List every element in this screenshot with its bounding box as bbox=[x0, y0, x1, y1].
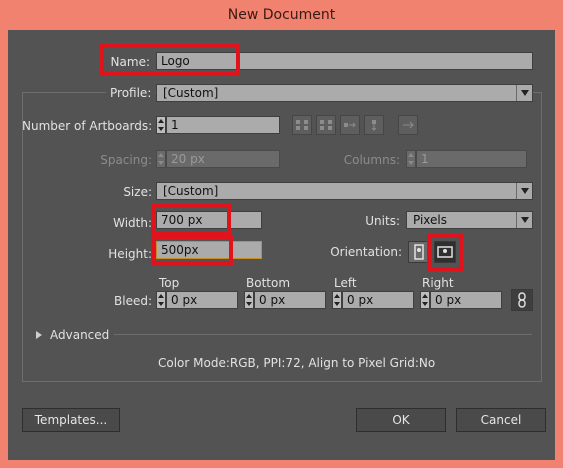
orientation-label: Orientation: bbox=[330, 245, 402, 259]
orientation-highlight-box bbox=[427, 234, 463, 271]
cancel-button[interactable]: Cancel bbox=[456, 408, 546, 432]
bleed-bottom-label: Bottom bbox=[246, 276, 291, 290]
chain-link-icon bbox=[518, 292, 526, 308]
artboards-stepper[interactable] bbox=[156, 116, 166, 134]
width-label: Width: bbox=[113, 216, 152, 230]
columns-input[interactable]: 1 bbox=[416, 150, 527, 168]
advanced-toggle[interactable]: Advanced bbox=[36, 328, 109, 342]
grid-by-column-icon[interactable] bbox=[316, 115, 336, 135]
bleed-bottom-input[interactable]: 0 px bbox=[254, 291, 326, 309]
profile-label: Profile: bbox=[106, 86, 156, 100]
chevron-down-icon bbox=[516, 85, 532, 101]
portrait-icon bbox=[414, 244, 424, 260]
units-label: Units: bbox=[365, 214, 400, 228]
size-label: Size: bbox=[123, 185, 152, 199]
bleed-label: Bleed: bbox=[114, 294, 152, 308]
chevron-down-icon bbox=[516, 183, 532, 199]
bleed-left-input[interactable]: 0 px bbox=[342, 291, 414, 309]
bleed-left-label: Left bbox=[334, 276, 357, 290]
size-select[interactable]: [Custom] bbox=[156, 182, 533, 200]
dialog-panel: Name: Logo Profile: [Custom] Number of A… bbox=[8, 30, 555, 460]
bleed-right-stepper[interactable] bbox=[420, 291, 430, 309]
units-select[interactable]: Pixels bbox=[406, 211, 533, 229]
spacing-stepper[interactable] bbox=[156, 150, 166, 168]
advanced-divider bbox=[114, 334, 532, 335]
bleed-top-stepper[interactable] bbox=[156, 291, 166, 309]
bleed-top-input[interactable]: 0 px bbox=[166, 291, 238, 309]
chevron-right-icon bbox=[36, 331, 42, 339]
columns-label: Columns: bbox=[343, 153, 400, 167]
arrange-by-row-icon[interactable] bbox=[340, 115, 360, 135]
bleed-right-input[interactable]: 0 px bbox=[430, 291, 502, 309]
grid-by-row-icon[interactable] bbox=[292, 115, 312, 135]
width-highlight-box bbox=[151, 204, 231, 236]
templates-button[interactable]: Templates... bbox=[22, 408, 120, 432]
link-bleed-button[interactable] bbox=[511, 289, 533, 311]
ok-button[interactable]: OK bbox=[356, 408, 446, 432]
height-label: Height: bbox=[108, 247, 152, 261]
spacing-input[interactable]: 20 px bbox=[166, 150, 280, 168]
columns-stepper[interactable] bbox=[406, 150, 416, 168]
size-value: [Custom] bbox=[163, 184, 219, 198]
bleed-left-stepper[interactable] bbox=[332, 291, 342, 309]
artboards-input[interactable]: 1 bbox=[166, 116, 280, 134]
height-highlight-box bbox=[151, 235, 233, 265]
bleed-bottom-stepper[interactable] bbox=[244, 291, 254, 309]
units-value: Pixels bbox=[413, 213, 448, 227]
bleed-right-label: Right bbox=[422, 276, 454, 290]
spacing-label: Spacing: bbox=[100, 153, 152, 167]
chevron-down-icon bbox=[516, 212, 532, 228]
bleed-top-label: Top bbox=[159, 276, 180, 290]
document-info-text: Color Mode:RGB, PPI:72, Align to Pixel G… bbox=[158, 356, 436, 370]
arrange-by-column-icon[interactable] bbox=[364, 115, 384, 135]
right-to-left-layout-icon[interactable] bbox=[398, 115, 418, 135]
profile-select[interactable]: [Custom] bbox=[156, 84, 533, 102]
advanced-label: Advanced bbox=[50, 328, 110, 342]
window-title: New Document bbox=[227, 7, 336, 23]
name-highlight-box bbox=[100, 44, 240, 76]
profile-value: [Custom] bbox=[163, 86, 219, 100]
artboards-label: Number of Artboards: bbox=[22, 119, 153, 133]
